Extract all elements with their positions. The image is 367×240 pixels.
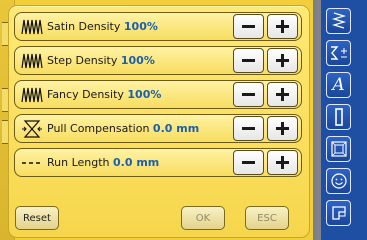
face-icon	[330, 173, 347, 189]
pull-compensation-minus-button[interactable]	[233, 116, 264, 141]
fancy-stitch-icon	[21, 87, 43, 103]
run-length-label-text: Run Length	[47, 156, 110, 169]
step-density-minus-button[interactable]	[233, 48, 264, 73]
fancy-density-label: Fancy Density 100%	[47, 88, 161, 101]
quilt-frame-icon	[330, 141, 347, 157]
run-length-label: Run Length 0.0 mm	[47, 156, 159, 169]
satin-density-minus-button[interactable]	[233, 14, 264, 39]
alphabet-button[interactable]: A	[326, 72, 351, 98]
minus-icon	[242, 161, 255, 164]
fancy-density-row: Fancy Density 100%	[14, 80, 302, 109]
satin-density-plus-button[interactable]	[267, 14, 298, 39]
fancy-density-plus-button[interactable]	[267, 82, 298, 107]
settings-icon	[331, 206, 346, 220]
ok-button[interactable]: OK	[181, 206, 225, 230]
reset-button-label: Reset	[23, 212, 51, 224]
zigzag-stitch-icon	[331, 12, 346, 29]
step-density-row: Step Density 100%	[14, 46, 302, 75]
fancy-density-value: 100%	[127, 88, 162, 101]
pull-compensation-icon	[22, 120, 42, 138]
alphabet-icon: A	[332, 75, 345, 95]
satin-density-label: Satin Density 100%	[47, 20, 158, 33]
buttonhole-icon	[334, 108, 343, 126]
face-button[interactable]	[326, 168, 351, 194]
pull-compensation-value: 0.0 mm	[152, 122, 200, 135]
density-settings-dialog: Satin Density 100% Step Density 100% Fan…	[8, 5, 310, 238]
run-length-value: 0.0 mm	[113, 156, 160, 169]
quilt-frame-button[interactable]	[326, 136, 351, 162]
pull-compensation-label: Pull Compensation 0.0 mm	[47, 122, 199, 135]
step-density-label: Step Density 100%	[47, 54, 155, 67]
satin-density-label-text: Satin Density	[47, 20, 121, 33]
pull-compensation-label-text: Pull Compensation	[47, 122, 150, 135]
step-density-value: 100%	[120, 54, 155, 67]
reset-button[interactable]: Reset	[15, 206, 59, 230]
minus-icon	[242, 93, 255, 96]
stitch-select-button[interactable]	[326, 40, 351, 66]
satin-density-value: 100%	[123, 20, 158, 33]
run-length-row: Run Length 0.0 mm	[14, 148, 302, 177]
step-density-plus-button[interactable]	[267, 48, 298, 73]
step-density-label-text: Step Density	[47, 54, 118, 67]
run-length-minus-button[interactable]	[233, 150, 264, 175]
esc-button-label: ESC	[257, 212, 277, 224]
pull-compensation-plus-button[interactable]	[267, 116, 298, 141]
esc-button[interactable]: ESC	[245, 206, 289, 230]
zigzag-stitch-button[interactable]	[326, 8, 351, 34]
buttonhole-button[interactable]	[326, 104, 351, 130]
settings-button[interactable]	[326, 200, 351, 226]
minus-icon	[242, 25, 255, 28]
fancy-density-label-text: Fancy Density	[47, 88, 124, 101]
satin-density-row: Satin Density 100%	[14, 12, 302, 41]
fancy-density-minus-button[interactable]	[233, 82, 264, 107]
satin-stitch-icon	[21, 19, 43, 35]
pull-compensation-row: Pull Compensation 0.0 mm	[14, 114, 302, 143]
minus-icon	[242, 59, 255, 62]
step-stitch-icon	[21, 53, 43, 69]
run-length-plus-button[interactable]	[267, 150, 298, 175]
minus-icon	[242, 127, 255, 130]
ok-button-label: OK	[195, 212, 211, 224]
stitch-select-icon	[330, 46, 347, 60]
run-length-icon	[22, 162, 40, 164]
